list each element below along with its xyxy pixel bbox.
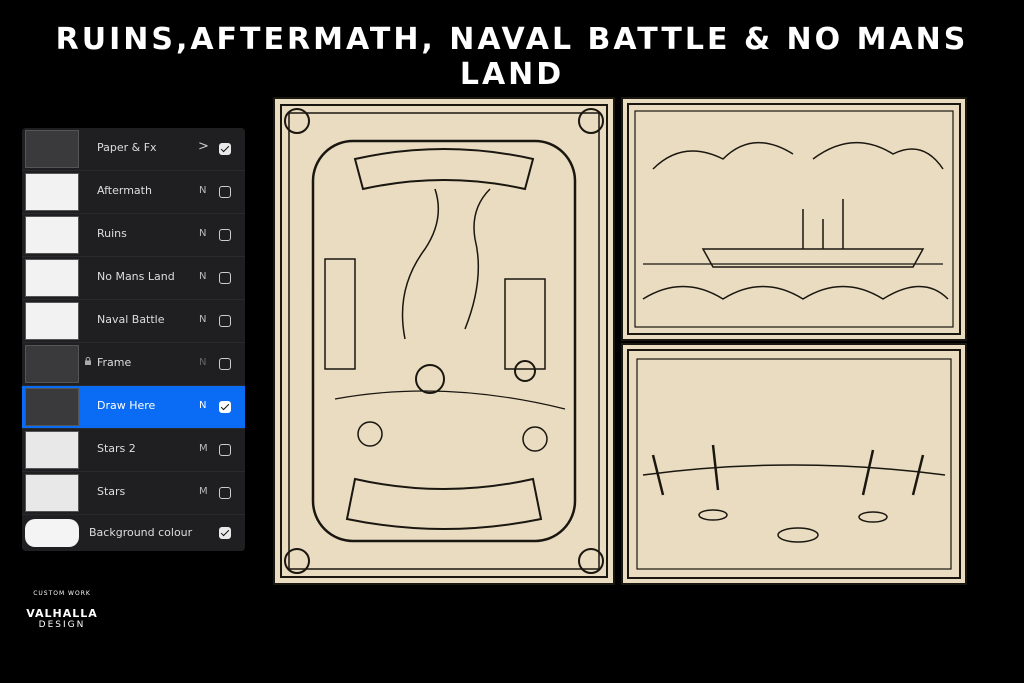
blend-mode[interactable]: N — [199, 185, 206, 196]
layer-thumbnail — [25, 173, 79, 211]
layer-no-mans-land[interactable]: No Mans Land N — [22, 257, 245, 300]
background-colour-layer[interactable]: Background colour — [22, 515, 245, 551]
background-visibility-checkbox[interactable] — [219, 527, 231, 539]
blend-mode[interactable]: M — [199, 443, 208, 454]
blend-mode[interactable]: N — [199, 271, 206, 282]
layer-visibility-checkbox[interactable] — [219, 143, 231, 155]
naval-battle-illustration — [627, 103, 961, 335]
layer-visibility-checkbox[interactable] — [219, 272, 231, 284]
layer-thumbnail — [25, 345, 79, 383]
layer-paper-fx[interactable]: Paper & Fx > — [22, 128, 245, 171]
layer-name: Naval Battle — [97, 313, 165, 326]
layer-name: Aftermath — [97, 184, 152, 197]
layer-stars[interactable]: Stars M — [22, 472, 245, 515]
layer-visibility-checkbox[interactable] — [219, 444, 231, 456]
layer-thumbnail — [25, 474, 79, 512]
layer-visibility-checkbox[interactable] — [219, 186, 231, 198]
layer-visibility-checkbox[interactable] — [219, 487, 231, 499]
layer-visibility-checkbox[interactable] — [219, 315, 231, 327]
layer-thumbnail — [25, 130, 79, 168]
lock-icon — [85, 357, 91, 365]
layer-visibility-checkbox[interactable] — [219, 358, 231, 370]
layer-name: Stars — [97, 485, 126, 498]
blend-mode[interactable]: M — [199, 486, 208, 497]
no-mans-land-illustration — [627, 349, 961, 579]
layer-name: Paper & Fx — [97, 141, 157, 154]
layer-thumbnail — [25, 216, 79, 254]
layer-name: No Mans Land — [97, 270, 175, 283]
layer-name: Ruins — [97, 227, 127, 240]
blend-mode[interactable]: N — [199, 228, 206, 239]
layer-frame[interactable]: Frame N — [22, 343, 245, 386]
layer-thumbnail — [25, 431, 79, 469]
artboard-naval-battle — [621, 97, 967, 341]
layer-thumbnail — [25, 388, 79, 426]
layer-visibility-checkbox[interactable] — [219, 401, 231, 413]
page-headline: RUINS,AFTERMATH, NAVAL BATTLE & NO MANS … — [55, 22, 969, 92]
background-colour-label: Background colour — [89, 526, 193, 539]
layer-name: Frame — [97, 356, 132, 369]
blend-mode[interactable]: N — [199, 400, 206, 411]
layer-name: Draw Here — [97, 399, 156, 412]
layer-stars-2[interactable]: Stars 2 M — [22, 429, 245, 472]
layer-naval-battle[interactable]: Naval Battle N — [22, 300, 245, 343]
ruins-illustration — [280, 104, 608, 578]
background-colour-swatch[interactable] — [25, 519, 79, 547]
layer-ruins[interactable]: Ruins N — [22, 214, 245, 257]
logo-tagline: CUSTOM WORK — [33, 590, 91, 597]
blend-mode[interactable]: N — [199, 357, 206, 368]
artboard-no-mans-land — [621, 343, 967, 585]
layers-panel: Paper & Fx > Aftermath N Ruins N No Mans… — [22, 128, 245, 551]
layer-thumbnail — [25, 259, 79, 297]
valhalla-design-logo: CUSTOM WORK VALHALLA DESIGN — [22, 590, 102, 662]
logo-subtitle: DESIGN — [38, 620, 86, 630]
logo-brand: VALHALLA — [26, 607, 98, 620]
artboard-ruins-aftermath — [273, 97, 615, 585]
layer-thumbnail — [25, 302, 79, 340]
layer-visibility-checkbox[interactable] — [219, 229, 231, 241]
layer-name: Stars 2 — [97, 442, 136, 455]
blend-mode[interactable]: N — [199, 314, 206, 325]
layer-aftermath[interactable]: Aftermath N — [22, 171, 245, 214]
chevron-right-icon[interactable]: > — [198, 139, 209, 154]
layer-draw-here[interactable]: Draw Here N — [22, 386, 245, 429]
